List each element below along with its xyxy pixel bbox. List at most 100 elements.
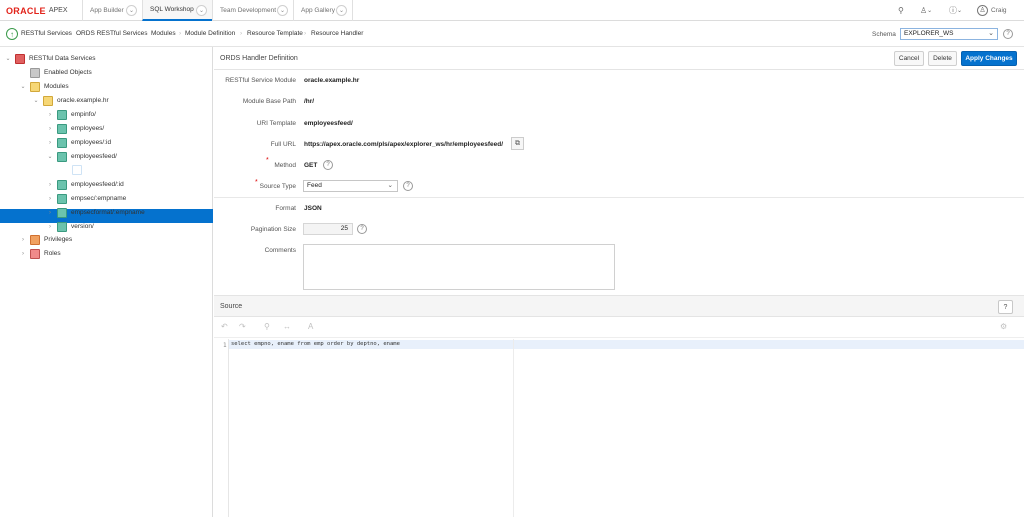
expand-icon[interactable]: › [19,251,27,257]
validate-icon[interactable]: A [308,322,313,331]
tree-node-roles[interactable]: › Roles [19,247,61,260]
template-icon [57,151,67,162]
expand-icon[interactable]: › [46,196,54,202]
region-title: ORDS Handler Definition [220,55,298,62]
format-value: JSON [304,205,322,212]
tab-team-development[interactable]: Team Development ⌄ [212,0,293,21]
redo-icon[interactable]: ↷ [239,322,246,331]
tree-node-template[interactable]: › employeesfeed/:id [46,178,124,191]
breadcrumb-separator: › [304,30,307,37]
collapse-icon[interactable]: ⌄ [32,97,40,104]
oracle-apex-logo[interactable]: ORACLE APEX [6,5,68,16]
comments-label: Comments [264,247,296,254]
module-icon [43,95,53,106]
tab-app-builder[interactable]: App Builder ⌄ [82,0,142,21]
tree-node-template[interactable]: › empinfo/ [46,108,96,121]
undo-icon[interactable]: ↶ [221,322,228,331]
tree-node-label: RESTful Data Services [29,55,96,62]
tree-node-template[interactable]: › employees/:id [46,136,111,149]
uri-template-label: URI Template [256,120,296,127]
tab-app-gallery[interactable]: App Gallery ⌄ [293,0,353,21]
expand-icon[interactable]: › [46,182,54,188]
search-icon[interactable]: ⚲ [264,322,270,331]
user-menu[interactable]: ♙ Craig [977,4,1021,17]
breadcrumb-separator: › [144,30,147,37]
chevron-down-icon[interactable]: ⌄ [336,5,347,16]
expand-icon[interactable]: › [46,140,54,146]
chevron-down-icon[interactable]: ⌄ [196,5,207,16]
tree-node-template[interactable]: › version/ [46,220,94,233]
tree-node-template[interactable]: › empsecformat/:empname [46,206,145,219]
breadcrumb-module-definition[interactable]: Module Definition [185,30,235,37]
template-icon [57,137,67,148]
help-icon[interactable]: ? [323,160,333,170]
collapse-icon[interactable]: ⌄ [4,55,12,62]
search-icon[interactable]: ⚲ [898,4,904,17]
tree-node-label: Enabled Objects [44,69,92,76]
cancel-button[interactable]: Cancel [894,51,924,66]
help-icon[interactable]: ? [403,181,413,191]
source-type-label: Source Type [259,183,296,190]
avatar-icon: ♙ [977,5,988,16]
tree-node-template[interactable]: › employees/ [46,122,104,135]
template-icon [57,221,67,232]
schema-value: EXPLORER_WS [904,30,954,37]
gear-icon[interactable]: ⚙ [1000,322,1007,331]
rest-service-icon [15,53,25,64]
expand-icon[interactable]: › [46,224,54,230]
tree-node-label: Modules [44,83,69,90]
source-region-header: Source ? [214,295,1024,317]
tree-node-template[interactable]: › empsec/:empname [46,192,126,205]
tab-team-development-label: Team Development [220,7,276,14]
tree-node-handler-get[interactable]: GET [61,163,99,176]
code-editor-toolbar: ↶ ↷ ⚲ ↔ A ⚙ [214,318,1024,338]
privileges-icon [30,234,40,245]
breadcrumb-separator: › [69,30,72,37]
copy-icon[interactable]: ⧉ [511,137,524,150]
expand-icon[interactable]: › [46,112,54,118]
chevron-down-icon[interactable]: ⌄ [277,5,288,16]
code-text: select empno, ename from emp order by de… [231,341,400,347]
tree-node-privileges[interactable]: › Privileges [19,233,72,246]
collapse-icon[interactable]: ⌄ [19,83,27,90]
full-url-label: Full URL [270,141,296,148]
chevron-down-icon[interactable]: ⌄ [126,5,137,16]
source-type-select[interactable]: Feed ⌄ [303,180,398,192]
up-arrow-icon[interactable]: ↑ [6,28,18,40]
template-icon [57,207,67,218]
admin-menu-icon[interactable]: ♙ ⌄ [920,4,942,17]
schema-select[interactable]: EXPLORER_WS ⌄ [900,28,998,40]
comments-textarea[interactable] [303,244,615,290]
section-divider [214,197,1024,198]
print-margin [513,339,514,517]
tree-node-enabled-objects[interactable]: Enabled Objects [19,66,92,79]
expand-icon[interactable]: › [46,210,54,216]
pagination-size-field[interactable]: 25 [303,223,353,235]
help-icon[interactable]: ? [1003,29,1013,39]
uri-template-value: employeesfeed/ [304,120,353,127]
apply-changes-button[interactable]: Apply Changes [961,51,1017,66]
tab-sql-workshop[interactable]: SQL Workshop ⌄ [142,0,212,21]
tree-node-modules[interactable]: ⌄ Modules [19,80,69,93]
expand-icon[interactable]: › [46,126,54,132]
breadcrumb-modules[interactable]: Modules [151,30,176,37]
help-menu-icon[interactable]: ⓘ ⌄ [949,4,971,17]
breadcrumb-ords-restful-services[interactable]: ORDS RESTful Services [76,30,148,37]
help-icon[interactable]: ? [357,224,367,234]
collapse-icon[interactable]: ⌄ [46,153,54,160]
tree-node-label: empsecformat/:empname [71,209,145,216]
template-icon [57,179,67,190]
tree-node-restful-data-services[interactable]: ⌄ RESTful Data Services [4,52,95,65]
help-icon[interactable]: ? [998,300,1013,314]
tree-node-module[interactable]: ⌄ oracle.example.hr [32,94,109,107]
pagination-size-label: Pagination Size [250,226,296,233]
tab-app-gallery-label: App Gallery [301,7,335,14]
replace-icon[interactable]: ↔ [283,322,291,331]
code-editor[interactable]: 1 select empno, ename from emp order by … [214,339,1024,517]
folder-icon [30,81,40,92]
tree-node-template[interactable]: ⌄ employeesfeed/ [46,150,117,163]
expand-icon[interactable]: › [19,237,27,243]
breadcrumb-resource-template[interactable]: Resource Template [247,30,303,37]
breadcrumb-restful-services[interactable]: RESTful Services [21,30,72,37]
delete-button[interactable]: Delete [928,51,957,66]
